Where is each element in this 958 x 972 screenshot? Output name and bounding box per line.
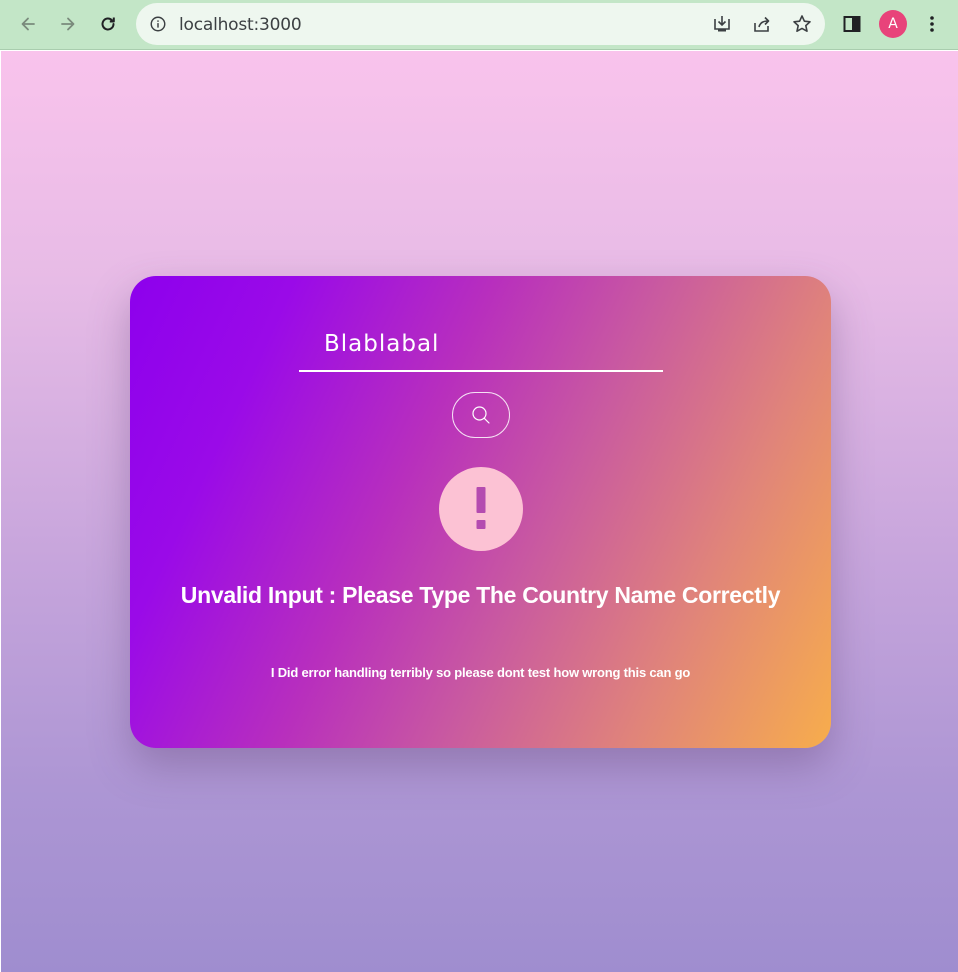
url-text[interactable]: localhost:3000 <box>179 15 302 35</box>
back-button[interactable] <box>12 8 44 40</box>
side-panel-button[interactable] <box>836 8 868 40</box>
error-note: I Did error handling terribly so please … <box>270 665 691 680</box>
menu-icon <box>930 16 934 32</box>
install-icon[interactable] <box>711 13 733 35</box>
forward-button[interactable] <box>52 8 84 40</box>
browser-menu-button[interactable] <box>916 8 948 40</box>
back-icon <box>21 17 35 31</box>
reload-icon <box>101 17 115 31</box>
browser-toolbar: localhost:3000 A <box>0 0 958 50</box>
search-icon <box>472 406 490 424</box>
profile-avatar[interactable]: A <box>879 10 907 38</box>
site-info-icon[interactable] <box>148 14 168 34</box>
search-button[interactable] <box>452 392 510 438</box>
bookmark-star-icon[interactable] <box>791 13 813 35</box>
side-panel-icon <box>843 16 861 32</box>
weather-card: Unvalid Input : Please Type The Country … <box>130 276 831 748</box>
exclamation-icon <box>476 487 486 529</box>
share-icon[interactable] <box>751 13 773 35</box>
forward-icon <box>61 17 75 31</box>
address-bar[interactable]: localhost:3000 <box>136 3 825 45</box>
reload-button[interactable] <box>92 8 124 40</box>
error-title: Unvalid Input : Please Type The Country … <box>180 582 781 608</box>
error-alert-icon <box>439 467 523 551</box>
profile-initial: A <box>888 16 898 32</box>
page-background: Unvalid Input : Please Type The Country … <box>1 51 958 972</box>
country-search-input[interactable] <box>299 318 663 372</box>
